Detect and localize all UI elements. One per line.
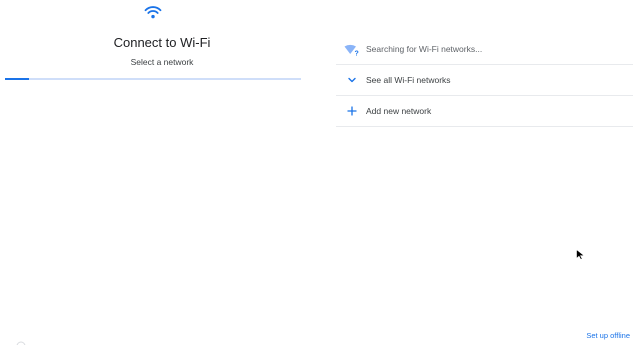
wifi-icon <box>144 6 162 19</box>
progress-bar-fill <box>5 78 29 80</box>
progress-bar <box>5 78 301 80</box>
setup-screen: Connect to Wi-Fi Select a network ? Sear… <box>0 0 633 345</box>
see-all-networks-label: See all Wi-Fi networks <box>366 75 451 85</box>
wifi-searching-icon: ? <box>340 42 364 56</box>
page-title: Connect to Wi-Fi <box>113 35 211 50</box>
add-network-button[interactable]: Add new network <box>336 96 633 127</box>
see-all-networks-button[interactable]: See all Wi-Fi networks <box>336 65 633 96</box>
chevron-down-icon <box>340 73 364 87</box>
add-network-label: Add new network <box>366 106 432 116</box>
accessibility-icon[interactable] <box>16 340 26 345</box>
mouse-cursor-icon <box>576 249 585 260</box>
plus-icon <box>340 104 364 118</box>
svg-text:?: ? <box>355 50 359 56</box>
set-up-offline-link[interactable]: Set up offline <box>586 331 630 340</box>
network-list: ? Searching for Wi-Fi networks... See al… <box>336 34 633 127</box>
network-searching-row: ? Searching for Wi-Fi networks... <box>336 34 633 65</box>
network-searching-label: Searching for Wi-Fi networks... <box>366 44 483 54</box>
page-subtitle: Select a network <box>130 57 194 67</box>
